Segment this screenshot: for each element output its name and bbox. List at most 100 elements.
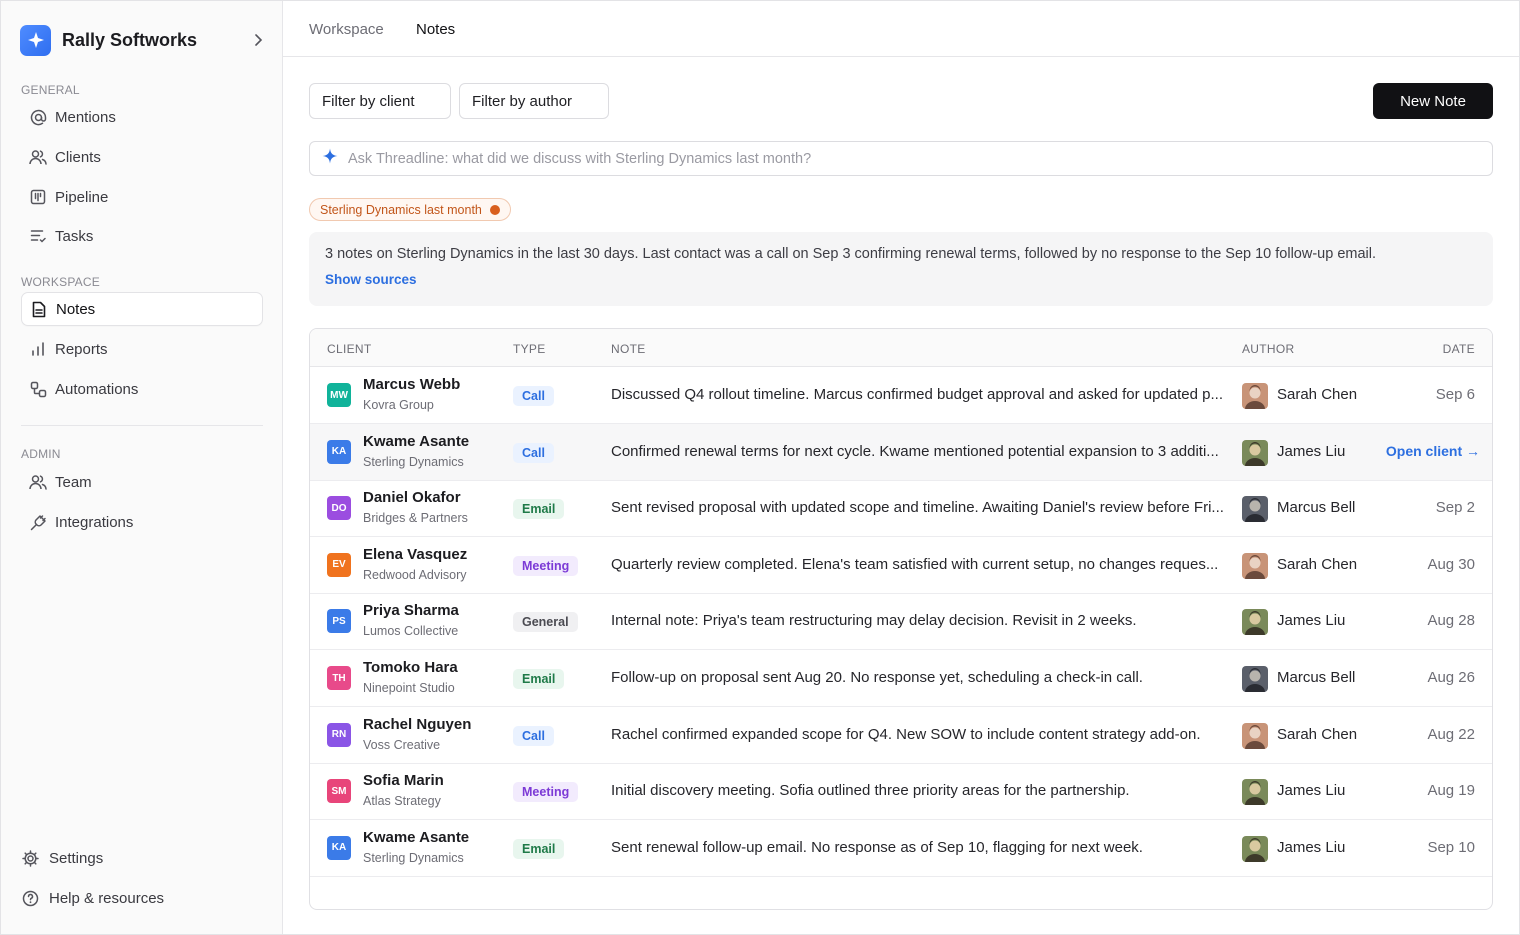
author-name: James Liu — [1277, 612, 1346, 630]
table-row[interactable]: EV Elena Vasquez Redwood Advisory Meeting Qu… — [310, 537, 1492, 594]
note-text[interactable]: Internal note: Priya's team restructurin… — [611, 612, 1231, 629]
note-text[interactable]: Sent revised proposal with updated scope… — [611, 499, 1231, 516]
client-name[interactable]: Rachel Nguyen — [363, 716, 471, 733]
sidebar-item-team[interactable]: Team — [21, 465, 263, 499]
chevron-right-icon[interactable] — [250, 32, 266, 48]
table-header: CLIENT TYPE NOTE AUTHOR DATE — [310, 329, 1492, 367]
filter-by-author-button[interactable]: Filter by author — [459, 83, 609, 119]
author-avatar — [1242, 835, 1268, 862]
client-avatar: SM — [327, 779, 351, 804]
sidebar-divider — [21, 425, 263, 426]
author-avatar — [1242, 383, 1268, 409]
column-header-author[interactable]: AUTHOR — [1242, 342, 1294, 356]
sidebar-item-integrations[interactable]: Integrations — [21, 505, 263, 539]
column-header-date[interactable]: DATE — [1443, 342, 1475, 356]
author-name: James Liu — [1277, 838, 1346, 856]
open-client-link[interactable]: Open client → — [1386, 443, 1480, 459]
client-name[interactable]: Marcus Webb — [363, 376, 460, 393]
filter-by-client-button[interactable]: Filter by client — [309, 83, 451, 119]
sidebar-item-automations[interactable]: Automations — [21, 372, 263, 406]
note-text[interactable]: Quarterly review completed. Elena's team… — [611, 556, 1231, 573]
client-company: Sterling Dynamics — [363, 454, 464, 469]
ai-summary: 3 notes on Sterling Dynamics in the last… — [309, 232, 1493, 306]
sidebar-item-label: Pipeline — [55, 188, 109, 206]
column-header-note[interactable]: NOTE — [611, 342, 646, 356]
ask-threadline-bar[interactable] — [309, 141, 1493, 176]
sidebar-item-tasks[interactable]: Tasks — [21, 219, 263, 253]
main-content: Workspace Notes Filter by client Filter … — [283, 1, 1519, 934]
note-text[interactable]: Rachel confirmed expanded scope for Q4. … — [611, 726, 1231, 743]
type-badge: Call — [513, 442, 554, 463]
note-text[interactable]: Discussed Q4 rollout timeline. Marcus co… — [611, 386, 1231, 403]
client-company: Lumos Collective — [363, 624, 459, 639]
table-row[interactable]: SM Sofia Marin Atlas Strategy Meeting Initia… — [310, 763, 1492, 821]
table-row[interactable]: TH Tomoko Hara Ninepoint Studio Email Follow… — [310, 650, 1492, 707]
sidebar-item-mentions[interactable]: Mentions — [21, 100, 263, 134]
client-name[interactable]: Kwame Asante — [363, 433, 469, 450]
sidebar-item-label: Notes — [56, 300, 96, 318]
author-name: Marcus Bell — [1277, 669, 1356, 686]
note-text[interactable]: Follow-up on proposal sent Aug 20. No re… — [611, 669, 1231, 686]
sidebar-item-pipeline[interactable]: Pipeline — [21, 180, 263, 214]
sidebar-item-label: Mentions — [55, 108, 116, 126]
client-name[interactable]: Sofia Marin — [363, 772, 444, 789]
note-text[interactable]: Confirmed renewal terms for next cycle. … — [611, 443, 1231, 460]
workspace-switcher[interactable]: Rally Softworks — [20, 24, 266, 56]
client-company: Atlas Strategy — [363, 794, 441, 809]
sidebar-item-label: Tasks — [55, 227, 94, 245]
tab-notes[interactable]: Notes — [416, 21, 455, 38]
column-header-type[interactable]: TYPE — [513, 342, 546, 356]
table-row[interactable]: KA Kwame Asante Sterling Dynamics Email Sent… — [310, 820, 1492, 877]
sidebar-item-label: Automations — [55, 380, 139, 398]
brand-name: Rally Softworks — [62, 29, 198, 50]
sparkle-icon — [322, 148, 338, 169]
client-name[interactable]: Kwame Asante — [363, 829, 469, 846]
client-company: Voss Creative — [363, 737, 441, 752]
new-note-button[interactable]: New Note — [1373, 83, 1493, 119]
note-date: Sep 2 — [1435, 499, 1475, 517]
client-company: Ninepoint Studio — [363, 681, 455, 695]
help-icon — [21, 889, 39, 907]
client-name[interactable]: Elena Vasquez — [363, 546, 467, 563]
column-header-client[interactable]: CLIENT — [327, 342, 371, 356]
client-name[interactable]: Tomoko Hara — [363, 659, 458, 676]
client-avatar: PS — [327, 609, 351, 634]
tab-workspace[interactable]: Workspace — [309, 21, 384, 38]
author-avatar — [1242, 779, 1268, 806]
author-avatar — [1242, 496, 1268, 523]
gear-icon — [21, 849, 39, 867]
automation-icon — [29, 380, 47, 398]
pipeline-icon — [29, 188, 47, 206]
sidebar-item-notes[interactable]: Notes — [21, 292, 263, 326]
notes-table: CLIENT TYPE NOTE AUTHOR DATE MW Marcus We… — [309, 328, 1493, 910]
author-avatar — [1242, 666, 1268, 692]
client-name[interactable]: Daniel Okafor — [363, 489, 461, 506]
table-row[interactable]: DO Daniel Okafor Bridges & Partners Email Se… — [310, 480, 1492, 538]
table-row[interactable]: PS Priya Sharma Lumos Collective General Int… — [310, 593, 1492, 651]
author-name: Sarah Chen — [1277, 725, 1358, 743]
note-text[interactable]: Sent renewal follow-up email. No respons… — [611, 839, 1231, 856]
query-chip[interactable]: Sterling Dynamics last month — [309, 198, 511, 221]
sidebar-item-clients[interactable]: Clients — [21, 140, 263, 174]
show-sources-link[interactable]: Show sources — [325, 272, 1477, 287]
table-row[interactable]: KA Kwame Asante Sterling Dynamics Call Confi… — [310, 423, 1492, 481]
ask-input[interactable] — [348, 150, 1492, 167]
help-link[interactable]: Help & resources — [21, 886, 164, 910]
settings-link[interactable]: Settings — [21, 846, 103, 870]
type-badge: Email — [513, 838, 565, 859]
help-label: Help & resources — [49, 889, 165, 907]
author-name: James Liu — [1277, 782, 1346, 800]
users-icon — [29, 148, 47, 166]
brand-logo-icon — [20, 24, 51, 56]
note-date: Aug 28 — [1427, 612, 1475, 630]
table-row[interactable]: RN Rachel Nguyen Voss Creative Call Rachel c… — [310, 707, 1492, 764]
client-name[interactable]: Priya Sharma — [363, 602, 459, 619]
note-text[interactable]: Initial discovery meeting. Sofia outline… — [611, 782, 1231, 799]
client-company: Bridges & Partners — [363, 511, 468, 526]
type-badge: Email — [513, 499, 565, 520]
table-row[interactable]: MW Marcus Webb Kovra Group Call Discussed Q4… — [310, 367, 1492, 424]
section-label-workspace: WORKSPACE — [21, 275, 100, 289]
client-avatar: KA — [327, 835, 351, 860]
sidebar-item-reports[interactable]: Reports — [21, 332, 263, 366]
note-date: Aug 19 — [1427, 782, 1475, 800]
